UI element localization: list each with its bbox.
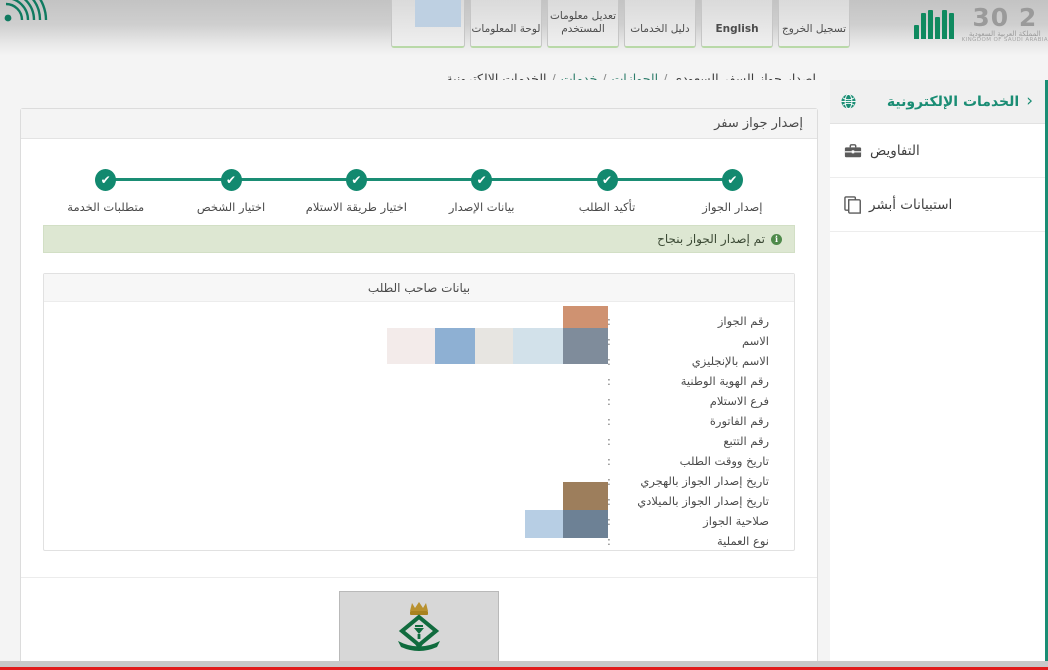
tab-logout[interactable]: تسجيل الخروج <box>778 0 850 48</box>
applicant-data-header: بيانات صاحب الطلب <box>44 274 794 302</box>
step-label: إصدار الجواز <box>702 200 763 214</box>
sidebar-item-delegations[interactable]: التفاويض <box>830 124 1045 178</box>
tab-dashboard-label: لوحة المعلومات <box>471 22 541 35</box>
top-nav-tabs: تسجيل الخروج English دليل الخدمات تعديل … <box>391 0 850 48</box>
globe-icon <box>840 93 857 110</box>
step-label: متطلبات الخدمة <box>67 200 145 214</box>
table-row: رقم التتبع <box>579 431 794 451</box>
table-row: صلاحية الجواز <box>579 511 794 531</box>
table-row: تاريخ ووقت الطلب <box>579 451 794 471</box>
tab-services-guide[interactable]: دليل الخدمات <box>624 0 696 48</box>
redacted-value-block <box>563 328 608 364</box>
sidebar: ‹ الخدمات الإلكترونية التفاويض استبيانات… <box>830 80 1048 670</box>
divider <box>21 577 817 578</box>
step-label: بيانات الإصدار <box>448 200 515 214</box>
table-row: الاسم بالإنجليزي <box>579 351 794 371</box>
briefcase-icon <box>844 143 862 159</box>
table-row: رقم الجواز <box>579 311 794 331</box>
redacted-value-block <box>387 328 435 364</box>
info-icon: i <box>771 233 782 245</box>
top-bar: تسجيل الخروج English دليل الخدمات تعديل … <box>0 0 1048 55</box>
progress-stepper: ✔ إصدار الجواز ✔ تأكيد الطلب ✔ بيانات ال… <box>43 153 795 223</box>
redacted-value-block <box>563 306 608 328</box>
redacted-value-block <box>563 510 608 538</box>
sidebar-item-absher-surveys[interactable]: استبيانات أبشر <box>830 178 1045 232</box>
tab-logout-label: تسجيل الخروج <box>781 22 847 35</box>
step-issuance-data[interactable]: ✔ بيانات الإصدار <box>419 153 544 214</box>
table-row: نوع العملية <box>579 531 794 551</box>
status-badge: i تم إصدار الجواز بنجاح <box>43 225 795 253</box>
step-choose-person[interactable]: ✔ اختيار الشخص <box>168 153 293 214</box>
table-row: رقم الفاتورة <box>579 411 794 431</box>
passports-emblem-image[interactable] <box>339 591 499 663</box>
alert-text: تم إصدار الجواز بنجاح <box>657 232 765 246</box>
step-label: اختيار الشخص <box>196 200 266 214</box>
redacted-value-block <box>563 482 608 510</box>
tab-english-label: English <box>715 22 759 35</box>
redacted-value-block <box>475 328 513 364</box>
tab-dashboard[interactable]: لوحة المعلومات <box>470 0 542 48</box>
sidebar-header[interactable]: ‹ الخدمات الإلكترونية <box>830 80 1045 124</box>
check-icon: ✔ <box>345 169 367 191</box>
service-panel: إصدار جواز سفر ✔ إصدار الجواز ✔ تأكيد ال… <box>20 108 818 670</box>
tab-edit-user-info[interactable]: تعديل معلومات المستخدم <box>547 0 619 48</box>
tab-user-avatar[interactable] <box>391 0 465 48</box>
tab-services-guide-label: دليل الخدمات <box>630 22 690 35</box>
absher-logo-left <box>0 0 50 30</box>
avatar <box>415 0 461 27</box>
check-icon: ✔ <box>596 169 618 191</box>
chevron-left-icon[interactable]: ‹ <box>1026 93 1033 110</box>
check-icon: ✔ <box>220 169 242 191</box>
step-label: تأكيد الطلب <box>578 200 636 214</box>
absher-logo-right <box>913 9 954 39</box>
check-icon: ✔ <box>721 169 743 191</box>
check-icon: ✔ <box>95 169 117 191</box>
table-row: فرع الاستلام <box>579 391 794 411</box>
vision-2030-number: 2 30 <box>972 2 1038 32</box>
check-icon: ✔ <box>471 169 493 191</box>
table-row: تاريخ إصدار الجواز بالميلادي <box>579 491 794 511</box>
step-label: اختيار طريقة الاستلام <box>305 200 407 214</box>
table-row: الاسم <box>579 331 794 351</box>
redacted-value-block <box>435 328 475 364</box>
sidebar-title: الخدمات الإلكترونية <box>886 93 1020 110</box>
tab-edit-user-info-label: تعديل معلومات المستخدم <box>549 9 616 35</box>
applicant-data-card: بيانات صاحب الطلب رقم الجواز الاسم الاسم… <box>43 273 795 551</box>
step-confirm-request[interactable]: ✔ تأكيد الطلب <box>544 153 669 214</box>
vision-2030-logo: 2 30 المملكة العربية السعودية KINGDOM OF… <box>962 5 1048 44</box>
redacted-value-block <box>525 510 563 538</box>
table-row: تاريخ إصدار الجواز بالهجري <box>579 471 794 491</box>
panel-header: إصدار جواز سفر <box>21 109 817 139</box>
exit-to-main-menu-action[interactable]: الخروج و العودة إلى القائمة الرئيسية <box>21 591 817 670</box>
step-choose-delivery-method[interactable]: ✔ اختيار طريقة الاستلام <box>294 153 419 214</box>
brand-marks: 2 30 المملكة العربية السعودية KINGDOM OF… <box>904 0 1048 48</box>
sidebar-item-label: التفاويض <box>870 142 920 159</box>
tab-english[interactable]: English <box>701 0 773 48</box>
step-service-requirements[interactable]: ✔ متطلبات الخدمة <box>43 153 168 214</box>
page-title: إصدار جواز سفر <box>714 116 803 131</box>
main-content: إصدار جواز سفر ✔ إصدار الجواز ✔ تأكيد ال… <box>0 80 830 670</box>
step-issue-passport[interactable]: ✔ إصدار الجواز <box>670 153 795 214</box>
vision-2030-english: KINGDOM OF SAUDI ARABIA <box>961 36 1048 43</box>
documents-icon <box>844 195 861 214</box>
applicant-data-labels: رقم الجواز الاسم الاسم بالإنجليزي رقم ال… <box>579 311 794 551</box>
applicant-data-body: رقم الجواز الاسم الاسم بالإنجليزي رقم ال… <box>44 302 794 551</box>
redacted-value-block <box>513 328 563 364</box>
sidebar-item-label: استبيانات أبشر <box>869 196 953 213</box>
table-row: رقم الهوية الوطنية <box>579 371 794 391</box>
